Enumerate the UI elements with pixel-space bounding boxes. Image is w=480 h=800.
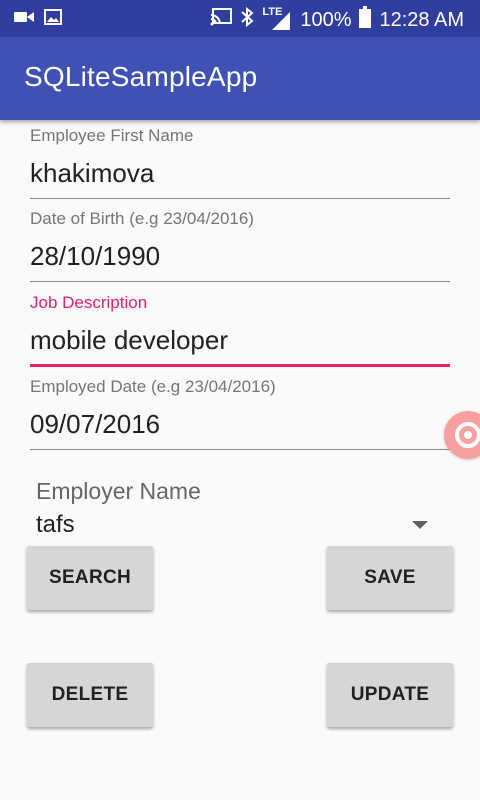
search-button[interactable]: SEARCH [27,546,153,610]
dob-input[interactable] [30,236,450,276]
video-camera-icon [14,9,34,30]
battery-percent: 100% [300,8,352,31]
status-bar-notifications [14,9,62,30]
job-field-group: Job Description [30,293,450,369]
employed-date-label: Employed Date (e.g 23/04/2016) [30,377,276,396]
status-bar: LTE 100% 12:28 AM [0,0,480,37]
floating-record-button[interactable] [444,411,480,459]
first-name-field-group: Employee First Name [30,126,450,202]
dob-label: Date of Birth (e.g 23/04/2016) [30,209,254,228]
app-bar: SQLiteSampleApp [0,37,480,120]
image-icon [44,9,62,30]
first-name-input[interactable] [30,153,450,193]
employed-date-underline [30,449,450,450]
delete-button[interactable]: DELETE [27,663,153,727]
status-bar-system: LTE 100% 12:28 AM [210,6,464,34]
job-label: Job Description [30,293,148,312]
job-input[interactable] [30,320,450,360]
dropdown-arrow-icon [412,521,428,529]
employed-date-field-group: Employed Date (e.g 23/04/2016) [30,377,450,453]
employer-label: Employer Name [36,478,201,504]
floating-record-icon [455,422,480,448]
first-name-underline [30,198,450,199]
dob-field-group: Date of Birth (e.g 23/04/2016) [30,209,450,285]
cast-icon [210,8,233,32]
update-button[interactable]: UPDATE [327,663,453,727]
job-underline [30,364,450,367]
clock: 12:28 AM [379,8,464,31]
app-title: SQLiteSampleApp [24,61,258,92]
bluetooth-icon [240,6,254,33]
signal-icon: LTE [262,6,292,32]
dob-underline [30,281,450,282]
save-button[interactable]: SAVE [327,546,453,610]
battery-icon [359,6,372,34]
first-name-label: Employee First Name [30,126,194,145]
employer-spinner[interactable]: tafs [30,506,440,544]
employed-date-input[interactable] [30,404,450,444]
employer-selected-value: tafs [36,511,75,538]
